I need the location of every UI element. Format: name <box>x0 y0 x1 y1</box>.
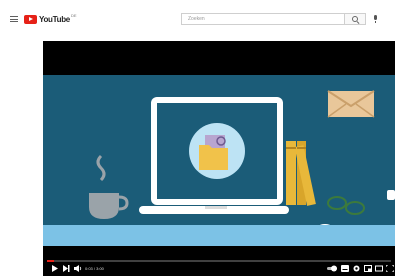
volume-icon[interactable] <box>74 265 82 272</box>
youtube-logo-icon <box>24 14 37 24</box>
envelope-illustration <box>327 90 375 118</box>
progress-bar[interactable] <box>47 260 391 262</box>
logo-country-code: DE <box>70 12 77 18</box>
desk-surface <box>43 225 395 246</box>
glasses-illustration <box>327 196 365 215</box>
fullscreen-icon[interactable] <box>386 265 394 272</box>
chat-icon[interactable] <box>387 190 395 200</box>
settings-icon[interactable] <box>353 265 360 272</box>
search-button[interactable] <box>345 13 366 25</box>
time-display: 0:03 / 3:00 <box>85 266 104 271</box>
subtitles-icon[interactable] <box>341 265 349 272</box>
player-controls: 0:03 / 3:00 <box>43 253 395 276</box>
top-bar: YouTube DE Zoeken <box>0 0 395 38</box>
theater-icon[interactable] <box>375 265 383 272</box>
video-illustration <box>89 90 375 242</box>
books-illustration <box>286 141 316 206</box>
coffee-cup-illustration <box>89 154 129 219</box>
miniplayer-icon[interactable] <box>364 265 372 272</box>
autoplay-toggle-icon[interactable] <box>327 265 337 272</box>
search-placeholder: Zoeken <box>188 16 205 22</box>
search-icon <box>352 16 358 22</box>
video-player[interactable]: 0:03 / 3:00 <box>43 41 395 276</box>
search-input[interactable]: Zoeken <box>181 13 345 25</box>
video-frame[interactable] <box>43 75 395 246</box>
play-icon[interactable] <box>51 265 58 272</box>
logo-text: YouTube <box>39 14 70 24</box>
progress-fill <box>47 260 54 262</box>
youtube-logo[interactable]: YouTube DE <box>24 12 77 24</box>
next-icon[interactable] <box>63 265 70 272</box>
mic-icon[interactable] <box>374 15 377 23</box>
laptop-illustration <box>139 97 289 214</box>
menu-icon[interactable] <box>10 16 18 22</box>
